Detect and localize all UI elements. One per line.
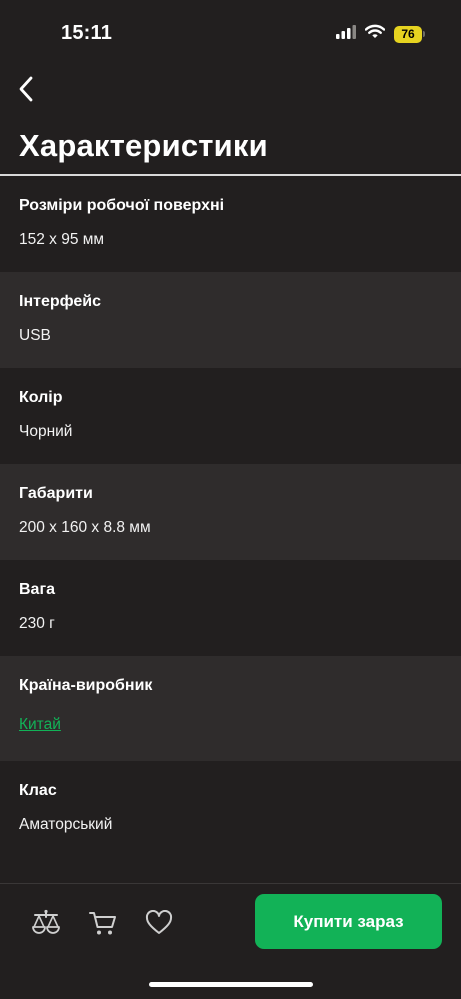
spec-row-class: Клас Аматорський: [0, 761, 461, 861]
country-link[interactable]: Китай: [19, 715, 442, 735]
spec-value: 230 г: [19, 615, 55, 632]
battery-level: 76: [394, 25, 422, 43]
spec-row-color: Колір Чорний: [0, 368, 461, 464]
signal-icon: [336, 24, 356, 44]
spec-value: 152 x 95 мм: [19, 231, 105, 248]
spec-row-country: Країна-виробник Китай: [0, 656, 461, 761]
battery-icon: 76: [394, 25, 425, 43]
spec-value: Аматорський: [19, 816, 113, 833]
spec-name: Колір: [19, 389, 63, 406]
status-icons: 76: [336, 24, 425, 44]
spec-name: Габарити: [19, 485, 93, 502]
spec-row-interface: Інтерфейс USB: [0, 272, 461, 368]
compare-button[interactable]: [29, 906, 63, 940]
heart-icon: [145, 910, 173, 934]
spec-name: Вага: [19, 581, 56, 598]
cart-button[interactable]: [86, 906, 120, 940]
cart-icon: [89, 912, 116, 935]
spec-row-weight: Вага 230 г: [0, 560, 461, 656]
spec-name: Інтерфейс: [19, 293, 102, 310]
spec-name: Розміри робочої поверхні: [19, 197, 225, 214]
favorite-button[interactable]: [142, 906, 176, 940]
wifi-icon: [364, 24, 386, 44]
home-indicator: [149, 982, 313, 987]
chevron-left-icon: [19, 76, 33, 102]
spec-value: USB: [19, 327, 51, 344]
status-time: 15:11: [61, 22, 113, 44]
spec-list: Розміри робочої поверхні 152 x 95 мм Інт…: [0, 176, 461, 861]
spec-value: 200 x 160 x 8.8 мм: [19, 519, 151, 536]
spec-name: Країна-виробник: [19, 677, 153, 694]
spec-row-dimensions-surface: Розміри робочої поверхні 152 x 95 мм: [0, 176, 461, 272]
page-title: Характеристики: [19, 128, 268, 163]
spec-value: Чорний: [19, 423, 73, 440]
spec-name: Клас: [19, 782, 57, 799]
back-button[interactable]: [8, 74, 44, 104]
spec-row-dimensions: Габарити 200 x 160 x 8.8 мм: [0, 464, 461, 560]
compare-scales-icon: [32, 909, 60, 934]
status-bar: 15:11 76: [0, 0, 461, 64]
buy-now-button[interactable]: Купити зараз: [255, 894, 442, 949]
